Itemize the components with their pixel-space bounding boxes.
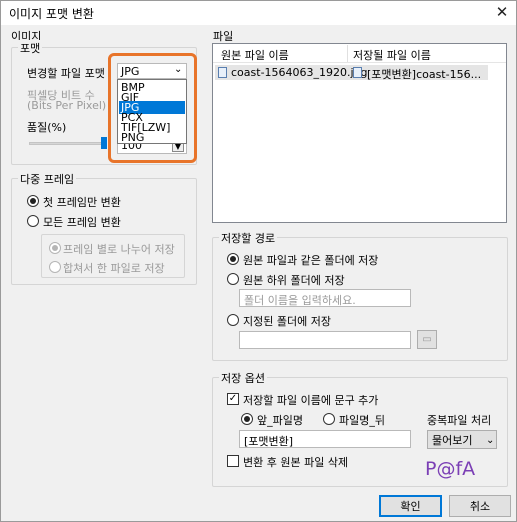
prefix-text-value: [포맷변환]	[244, 435, 294, 448]
file-row[interactable]: coast-1564063_1920.jpg [포맷변환]coast-156..…	[215, 65, 488, 81]
merge-one-file-label: 합쳐서 한 파일로 저장	[63, 262, 165, 275]
save-options-title: 저장 옵션	[219, 370, 267, 386]
quality-slider-track[interactable]	[29, 142, 105, 145]
quality-slider-thumb[interactable]	[101, 137, 107, 149]
split-by-frame-label: 프레임 별로 나누어 저장	[63, 243, 175, 256]
file-list[interactable]: 원본 파일 이름 저장될 파일 이름 coast-1564063_1920.jp…	[212, 43, 507, 223]
filename-back-radio[interactable]	[323, 413, 335, 425]
duplicate-select-value: 물어보기	[432, 434, 473, 447]
same-folder-radio[interactable]	[227, 253, 239, 265]
filename-back-label: 파일명_뒤	[339, 414, 385, 427]
column-source-name[interactable]: 원본 파일 이름	[221, 47, 289, 63]
format-label: 변경할 파일 포맷	[27, 67, 105, 80]
merge-one-file-radio[interactable]	[49, 261, 61, 273]
front-filename-label: 앞_파일명	[257, 414, 303, 427]
window-title: 이미지 포맷 변환	[9, 7, 94, 21]
file-row-source: coast-1564063_1920.jpg	[231, 66, 368, 79]
add-text-label: 저장할 파일 이름에 문구 추가	[243, 394, 379, 407]
file-row-target: [포맷변환]coast-156...	[367, 68, 482, 81]
split-by-frame-radio[interactable]	[49, 242, 61, 254]
duplicate-label: 중복파일 처리	[427, 414, 492, 427]
file-section-title: 파일	[213, 30, 234, 43]
add-text-checkbox[interactable]: ✓	[227, 393, 239, 405]
all-frames-label: 모든 프레임 변환	[43, 216, 121, 229]
watermark: P@fA	[425, 458, 476, 480]
format-convert-dialog: 이미지 포맷 변환 ✕ 이미지 포맷 변경할 파일 포맷 JPG ⌄ 픽셀당 비…	[0, 0, 517, 522]
save-path-title: 저장할 경로	[219, 230, 278, 246]
all-frames-radio[interactable]	[27, 215, 39, 227]
format-group-title: 포맷	[18, 40, 43, 56]
delete-original-label: 변환 후 원본 파일 삭제	[243, 456, 349, 469]
first-frame-radio[interactable]	[27, 195, 39, 207]
chevron-down-icon: ⌄	[486, 435, 495, 446]
specified-folder-input[interactable]	[239, 331, 411, 349]
same-folder-label: 원본 파일과 같은 폴더에 저장	[243, 254, 379, 267]
highlight-frame	[108, 53, 197, 163]
browse-folder-button[interactable]: ▭	[417, 330, 437, 349]
file-icon	[218, 67, 227, 78]
duplicate-select[interactable]: 물어보기 ⌄	[427, 430, 497, 449]
bit-depth-label-line2: (Bits Per Pixel)	[27, 99, 107, 112]
ok-button[interactable]: 확인	[379, 495, 442, 517]
quality-label: 품질(%)	[27, 121, 67, 134]
column-divider[interactable]	[347, 45, 348, 62]
close-icon[interactable]: ✕	[491, 2, 513, 22]
subfolder-placeholder: 폴더 이름을 입력하세요.	[244, 294, 356, 307]
column-target-name[interactable]: 저장될 파일 이름	[353, 47, 431, 63]
front-filename-radio[interactable]	[241, 413, 253, 425]
file-icon	[353, 67, 362, 78]
prefix-text-input[interactable]: [포맷변환]	[239, 430, 411, 448]
subfolder-radio[interactable]	[227, 273, 239, 285]
folder-icon: ▭	[422, 334, 432, 345]
cancel-button[interactable]: 취소	[449, 495, 511, 517]
subfolder-name-input[interactable]: 폴더 이름을 입력하세요.	[239, 289, 411, 307]
subfolder-label: 원본 하위 폴더에 저장	[243, 274, 345, 287]
first-frame-label: 첫 프레임만 변환	[43, 196, 121, 209]
multiframe-group-title: 다중 프레임	[18, 171, 77, 187]
delete-original-checkbox[interactable]	[227, 455, 239, 467]
specified-folder-radio[interactable]	[227, 314, 239, 326]
specified-folder-label: 지정된 폴더에 저장	[243, 315, 331, 328]
